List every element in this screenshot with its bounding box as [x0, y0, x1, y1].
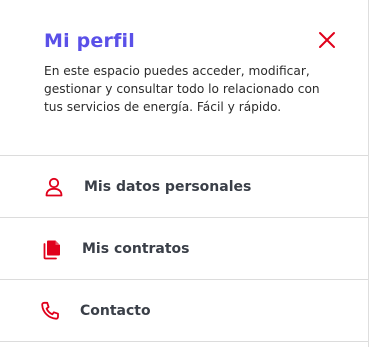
- phone-icon: [39, 300, 61, 322]
- menu-item-label: Mis datos personales: [84, 178, 252, 195]
- profile-header: Mi perfil En este espacio puedes acceder…: [0, 0, 368, 128]
- menu-item-label: Contacto: [80, 302, 151, 319]
- close-icon: [319, 32, 335, 48]
- profile-menu: Mis datos personales Mis contratos Conta…: [0, 155, 368, 343]
- menu-item-label: Mis contratos: [82, 240, 190, 257]
- menu-item-contact[interactable]: Contacto: [0, 279, 368, 341]
- documents-icon: [41, 238, 63, 260]
- user-icon: [43, 176, 65, 198]
- menu-divider: [0, 341, 368, 343]
- page-title: Mi perfil: [44, 30, 135, 52]
- profile-panel: Mi perfil En este espacio puedes acceder…: [0, 0, 369, 347]
- profile-description: En este espacio puedes acceder, modifica…: [44, 64, 320, 114]
- close-button[interactable]: [318, 31, 336, 49]
- menu-item-contracts[interactable]: Mis contratos: [0, 217, 368, 279]
- menu-item-personal-data[interactable]: Mis datos personales: [0, 155, 368, 217]
